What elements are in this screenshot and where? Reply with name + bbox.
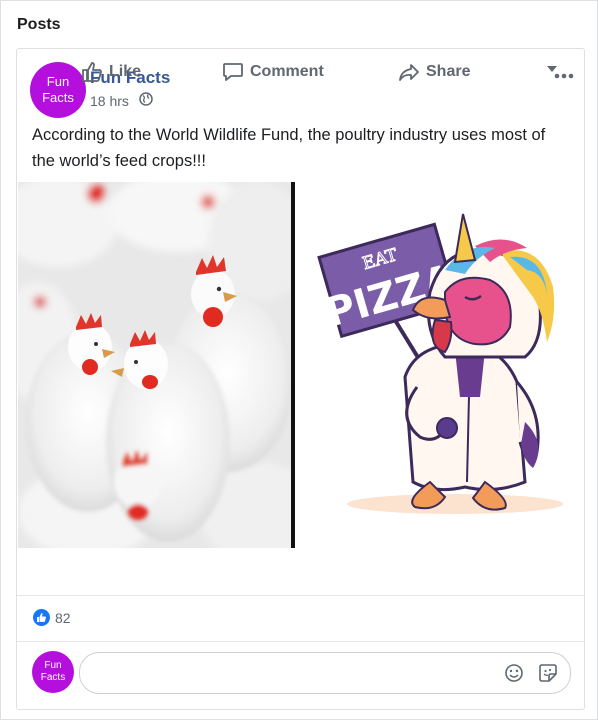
composer-avatar[interactable]: Fun Facts xyxy=(32,651,74,693)
smiley-icon[interactable] xyxy=(504,663,524,688)
globe-icon xyxy=(139,92,153,109)
section-title: Posts xyxy=(17,16,61,33)
comment-icon xyxy=(223,63,243,81)
comment-button[interactable]: Comment xyxy=(222,61,324,83)
actions-divider xyxy=(17,595,584,596)
share-label: Share xyxy=(426,63,471,80)
share-button[interactable]: Share xyxy=(398,61,470,83)
caret-down-icon xyxy=(547,66,557,72)
comment-input[interactable] xyxy=(79,652,571,694)
reaction-summary[interactable]: 82 xyxy=(33,609,71,626)
post-card: Fun Facts Fun Facts 18 hrs According to … xyxy=(16,48,585,710)
rooster-illustration: EAT PIZZA xyxy=(295,182,583,548)
ellipsis-icon xyxy=(554,73,574,79)
reactions-divider xyxy=(17,641,584,642)
share-arrow-icon xyxy=(399,64,419,81)
like-reaction-icon xyxy=(33,609,50,626)
like-label: Like xyxy=(109,63,142,80)
post-image[interactable]: EAT PIZZA xyxy=(18,182,583,548)
composer-avatar-line1: Fun xyxy=(44,660,62,671)
comment-label: Comment xyxy=(250,63,324,80)
reaction-count: 82 xyxy=(55,609,71,626)
post-text: According to the World Wildlife Fund, th… xyxy=(32,126,546,170)
posts-panel: Posts Fun Facts Fun Facts 18 hrs Accordi… xyxy=(0,0,598,720)
avatar-text-line1: Fun xyxy=(46,74,70,90)
thumbs-up-icon xyxy=(82,62,102,82)
audience-dropdown-button[interactable] xyxy=(546,65,558,73)
like-button[interactable]: Like xyxy=(81,61,141,83)
post-meta: 18 hrs xyxy=(90,92,153,109)
composer-avatar-line2: Facts xyxy=(40,672,66,683)
sticker-icon[interactable] xyxy=(538,663,558,688)
post-timestamp[interactable]: 18 hrs xyxy=(90,93,129,109)
chickens-photo xyxy=(18,182,291,548)
author-avatar[interactable]: Fun Facts xyxy=(30,62,86,118)
avatar-text-line2: Facts xyxy=(42,90,74,105)
